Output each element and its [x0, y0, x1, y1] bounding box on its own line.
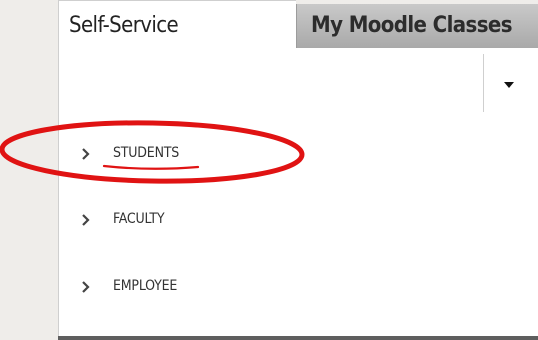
menu-item-faculty[interactable]: FACULTY: [77, 206, 337, 236]
caret-down-icon: [504, 82, 514, 88]
chevron-right-icon: [82, 148, 90, 160]
tab-bar: Self-Service My Moodle Classes: [58, 0, 538, 48]
chevron-right-icon: [82, 281, 90, 293]
tab-self-service-label: Self-Service: [69, 13, 179, 38]
panel-bottom-border: [58, 336, 538, 340]
menu-item-employee-label: EMPLOYEE: [113, 278, 178, 294]
tab-self-service[interactable]: Self-Service: [58, 0, 296, 48]
chevron-right-icon: [82, 214, 90, 226]
menu-item-employee[interactable]: EMPLOYEE: [77, 273, 337, 303]
self-service-panel: STUDENTS FACULTY EMPLOYEE: [58, 48, 538, 340]
tab-my-moodle-classes[interactable]: My Moodle Classes: [296, 4, 538, 48]
menu-item-students[interactable]: STUDENTS: [77, 140, 337, 170]
dropdown-divider: [483, 54, 484, 112]
menu-item-students-label: STUDENTS: [113, 145, 180, 161]
dropdown-toggle-button[interactable]: [497, 76, 521, 94]
menu-item-faculty-label: FACULTY: [113, 211, 165, 227]
tab-my-moodle-classes-label: My Moodle Classes: [311, 13, 512, 38]
